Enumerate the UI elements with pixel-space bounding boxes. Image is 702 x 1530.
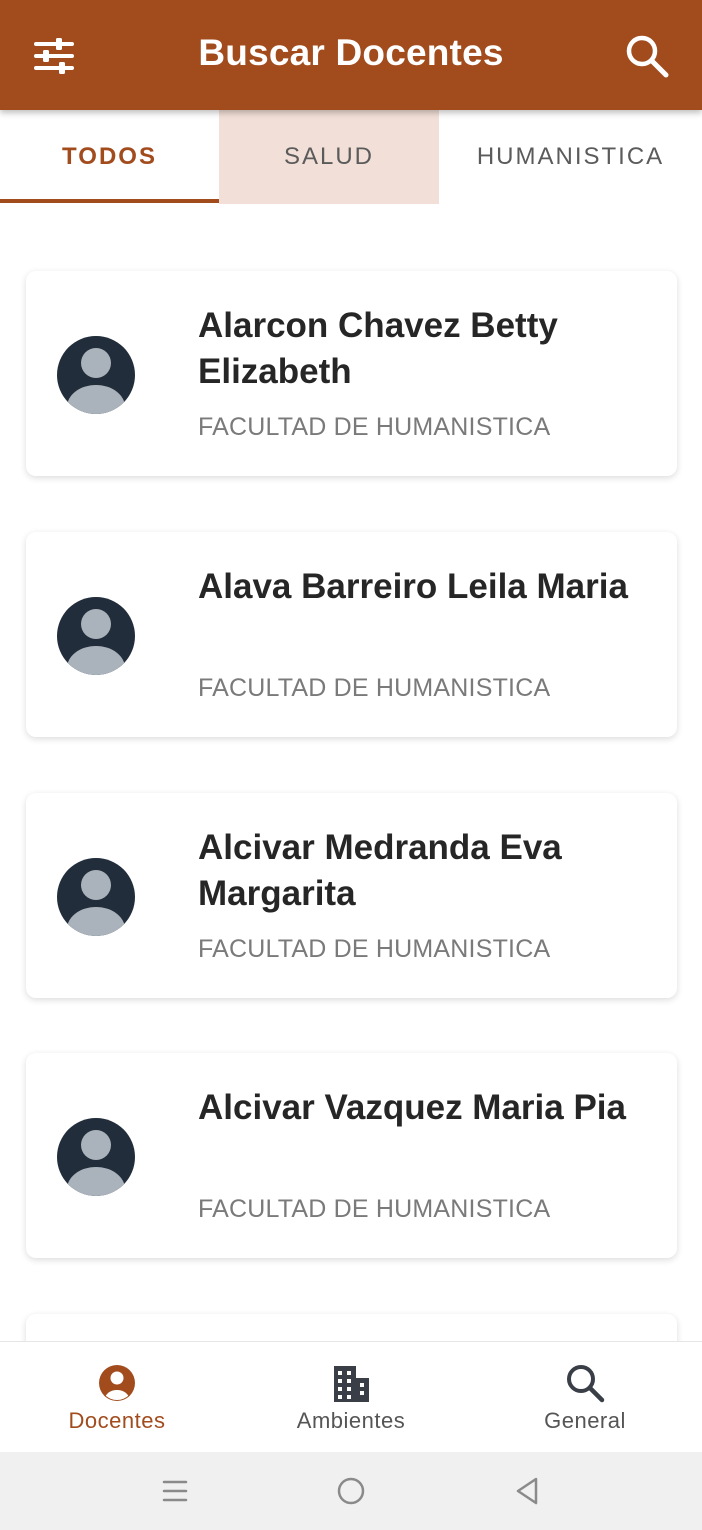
search-icon [567, 1365, 605, 1403]
avatar-placeholder-icon [57, 336, 135, 414]
teacher-name: Alcivar Medranda Eva Margarita [198, 828, 562, 913]
nav-label: Ambientes [296, 1408, 406, 1433]
page-title: Buscar Docentes [198, 32, 504, 73]
teacher-faculty: FACULTAD DE HUMANISTICA [198, 674, 551, 702]
teacher-name: Alarcon Chavez Betty Elizabeth [198, 306, 558, 391]
building-icon [334, 1366, 369, 1402]
teacher-card[interactable]: Alcivar Medranda Eva Margarita FACULTAD … [26, 793, 677, 998]
avatar-placeholder-icon [57, 597, 135, 675]
nav-docentes[interactable]: Docentes [0, 1342, 234, 1453]
nav-label: General [544, 1408, 626, 1433]
teacher-card[interactable]: Alava Barreiro Leila Maria FACULTAD DE H… [26, 532, 677, 737]
search-button[interactable] [624, 33, 670, 79]
teacher-faculty: FACULTAD DE HUMANISTICA [198, 935, 551, 963]
nav-label: Docentes [68, 1408, 166, 1433]
tab-bar: TODOS SALUD HUMANISTICA [0, 110, 702, 204]
tab-salud[interactable]: SALUD [219, 110, 439, 204]
avatar-placeholder-icon [57, 1118, 135, 1196]
tab-humanistica[interactable]: HUMANISTICA [439, 110, 702, 204]
bottom-navigation: Docentes Ambientes General [0, 1341, 702, 1452]
home-button[interactable] [334, 1474, 368, 1508]
nav-general[interactable]: General [468, 1342, 702, 1453]
teacher-card[interactable]: Alarcon Chavez Betty Elizabeth FACULTAD … [26, 271, 677, 476]
back-button[interactable] [510, 1474, 544, 1508]
avatar-placeholder-icon [57, 858, 135, 936]
teacher-name: Alava Barreiro Leila Maria [198, 567, 628, 606]
app-bar: Buscar Docentes [0, 0, 702, 110]
person-circle-icon [99, 1365, 135, 1401]
back-icon [516, 1477, 538, 1505]
teacher-list[interactable]: Alarcon Chavez Betty Elizabeth FACULTAD … [0, 204, 702, 1341]
teacher-faculty: FACULTAD DE HUMANISTICA [198, 413, 551, 441]
system-navigation-bar [0, 1452, 702, 1530]
nav-ambientes[interactable]: Ambientes [234, 1342, 468, 1453]
teacher-faculty: FACULTAD DE HUMANISTICA [198, 1195, 551, 1223]
recent-apps-icon [162, 1480, 188, 1502]
tab-todos[interactable]: TODOS [0, 110, 219, 204]
home-icon [337, 1477, 365, 1505]
search-icon [626, 35, 669, 78]
selected-tab-indicator [0, 199, 219, 203]
teacher-name: Alcivar Vazquez Maria Pia [198, 1088, 626, 1127]
teacher-card-partial[interactable] [26, 1314, 677, 1341]
teacher-card[interactable]: Alcivar Vazquez Maria Pia FACULTAD DE HU… [26, 1053, 677, 1258]
recent-apps-button[interactable] [158, 1474, 192, 1508]
